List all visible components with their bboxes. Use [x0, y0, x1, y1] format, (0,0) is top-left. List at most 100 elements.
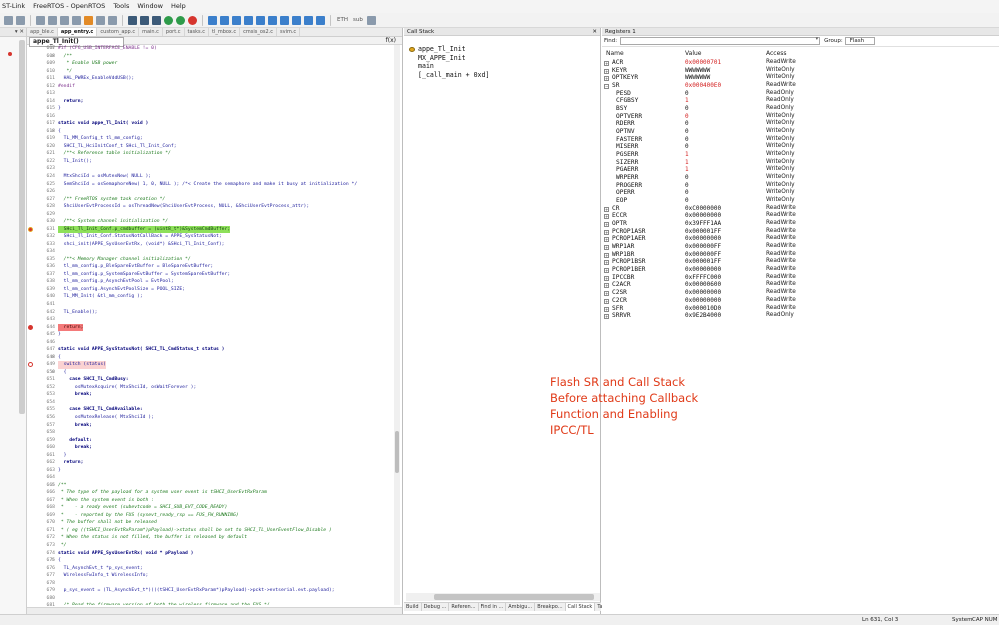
forward-icon[interactable]: [16, 15, 25, 25]
register-value[interactable]: 1: [685, 97, 689, 105]
code-line[interactable]: }: [58, 331, 61, 339]
menu-item[interactable]: Help: [167, 0, 190, 13]
make-icon[interactable]: [140, 15, 149, 25]
register-row[interactable]: CFGBSY 1 ReadOnly: [602, 97, 999, 105]
expand-icon[interactable]: +: [604, 306, 609, 312]
editor-tab[interactable]: tasks.c: [185, 28, 209, 36]
step-into-icon[interactable]: [244, 15, 253, 25]
toggle-bookmark-icon[interactable]: [48, 15, 57, 25]
call-stack-frame[interactable]: main: [408, 62, 489, 71]
register-value[interactable]: 0x000000FF: [685, 251, 721, 259]
register-row[interactable]: + ECCR 0x00000000 ReadWrite: [602, 212, 999, 220]
register-row[interactable]: RDERR 0 WriteOnly: [602, 120, 999, 128]
fold-toggle-icon[interactable]: ⊟: [50, 557, 56, 565]
code-line[interactable]: /* Read the firmware version of both the…: [58, 602, 270, 605]
toolbar-combo-label[interactable]: ETH: [335, 17, 350, 23]
stop-debug-icon[interactable]: [188, 15, 197, 25]
expand-icon[interactable]: +: [604, 206, 609, 212]
fold-toggle-icon[interactable]: ⊟: [50, 128, 56, 136]
current-statement-icon[interactable]: [27, 226, 33, 232]
code-line[interactable]: * The buffer shall not be released: [58, 519, 157, 527]
code-line[interactable]: return;: [58, 459, 84, 467]
expand-icon[interactable]: +: [604, 314, 609, 320]
column-name[interactable]: Name: [606, 50, 624, 58]
expand-icon[interactable]: +: [604, 298, 609, 304]
register-row[interactable]: PESD 0 ReadOnly: [602, 90, 999, 98]
register-value[interactable]: 0x00000000: [685, 212, 721, 220]
register-value[interactable]: 0x000001FF: [685, 228, 721, 236]
prev-bookmark-icon[interactable]: [60, 15, 69, 25]
code-line[interactable]: }: [58, 105, 61, 113]
code-line[interactable]: * - a ready event (subevtcode = SHCI_SUB…: [58, 504, 228, 512]
code-line[interactable]: TL_MM_Config_t tl_mm_config;: [58, 135, 143, 143]
register-value[interactable]: 1: [685, 166, 689, 174]
code-line[interactable]: /**< System channel initialization */: [58, 218, 168, 226]
code-line[interactable]: default:: [58, 437, 92, 445]
register-value[interactable]: WWWWWWW: [685, 74, 710, 82]
code-line[interactable]: {: [58, 128, 61, 136]
code-line[interactable]: break;: [58, 444, 92, 452]
register-value[interactable]: 1: [685, 151, 689, 159]
breakpoint-icon[interactable]: [27, 324, 33, 330]
code-line[interactable]: shci_init(APPE_SysUserEvtRx, (void*) &SH…: [58, 241, 225, 249]
register-row[interactable]: − SR 0x000400E0 ReadWrite: [602, 82, 999, 90]
bottom-tab[interactable]: Ambigu...: [506, 603, 536, 611]
expand-icon[interactable]: +: [604, 61, 609, 66]
code-line[interactable]: HAL_PWREx_EnableVddUSB();: [58, 75, 135, 83]
group-select[interactable]: Flash: [844, 37, 875, 45]
code-line[interactable]: TL_Init();: [58, 158, 92, 166]
expand-icon[interactable]: +: [604, 283, 609, 289]
code-line[interactable]: * The type of the payload for a system u…: [58, 489, 267, 497]
expand-icon[interactable]: +: [604, 252, 609, 258]
code-line[interactable]: }: [58, 452, 67, 460]
register-row[interactable]: + WRP1BR 0x000000FF ReadWrite: [602, 251, 999, 259]
scrollbar-thumb[interactable]: [395, 431, 399, 473]
expand-icon[interactable]: +: [604, 260, 609, 266]
register-row[interactable]: + C2ACR 0x00000600 ReadWrite: [602, 281, 999, 289]
scrollbar-thumb[interactable]: [434, 594, 594, 600]
register-value[interactable]: 0: [685, 174, 689, 182]
code-line[interactable]: tl_mm_config.p_SystemSpareEvtBuffer = Sy…: [58, 271, 231, 279]
code-line[interactable]: {: [58, 557, 61, 565]
register-row[interactable]: OPTVERR 0 WriteOnly: [602, 113, 999, 121]
register-value[interactable]: 0x000000FF: [685, 243, 721, 251]
project-icon[interactable]: [316, 15, 325, 25]
register-row[interactable]: + C2SR 0x00000000 ReadWrite: [602, 289, 999, 297]
register-row[interactable]: + OPTKEYR WWWWWWW WriteOnly: [602, 74, 999, 82]
bottom-tab[interactable]: Referen...: [449, 603, 479, 611]
register-row[interactable]: + PCROP1BER 0x00000000 ReadWrite: [602, 266, 999, 274]
code-line[interactable]: */: [58, 542, 67, 550]
code-line[interactable]: WirelessFwInfo_t WirelessInfo;: [58, 572, 149, 580]
register-row[interactable]: OPERR 0 WriteOnly: [602, 189, 999, 197]
code-line[interactable]: case SHCI_TL_CmdBusy:: [58, 376, 128, 384]
code-line[interactable]: * Enable USB power: [58, 60, 117, 68]
expand-icon[interactable]: +: [604, 237, 609, 243]
register-row[interactable]: PROGERR 0 WriteOnly: [602, 182, 999, 190]
expand-icon[interactable]: +: [604, 222, 609, 228]
call-stack-scrollbar[interactable]: [406, 593, 600, 601]
register-value[interactable]: 0: [685, 90, 689, 98]
expand-icon[interactable]: +: [604, 245, 609, 251]
code-line[interactable]: /**< Reference table initialization */: [58, 150, 171, 158]
editor-tab[interactable]: app_ble.c: [27, 28, 58, 36]
register-value[interactable]: WWWWWWW: [685, 67, 710, 75]
menu-item[interactable]: Window: [133, 0, 167, 13]
register-value[interactable]: 0x00000000: [685, 297, 721, 305]
toolbar-combo-icon[interactable]: [366, 15, 376, 25]
register-row[interactable]: + SFR 0x000010D0 ReadWrite: [602, 305, 999, 313]
register-row[interactable]: + WRP1AR 0x000000FF ReadWrite: [602, 243, 999, 251]
breakpoint-icon[interactable]: [84, 15, 93, 25]
code-line[interactable]: tl_mm_config.p_BleSpareEvtBuffer = BleSp…: [58, 263, 214, 271]
code-line[interactable]: #endif: [58, 83, 75, 91]
code-line[interactable]: static void appe_Tl_Init( void ): [58, 120, 148, 128]
register-value[interactable]: 0: [685, 189, 689, 197]
editor-tab[interactable]: custom_app.c: [97, 28, 140, 36]
register-value[interactable]: 0x00000000: [685, 235, 721, 243]
register-value[interactable]: 0x000010D0: [685, 305, 721, 313]
code-line[interactable]: {: [58, 369, 67, 377]
register-value[interactable]: 0x39FFF1AA: [685, 220, 721, 228]
code-line[interactable]: /**: [58, 53, 72, 61]
bottom-tab[interactable]: Breakpo...: [535, 603, 566, 611]
code-line[interactable]: ShciUserEvtProcessId = osThreadNew(ShciU…: [58, 203, 310, 211]
register-row[interactable]: PGAERR 1 WriteOnly: [602, 166, 999, 174]
